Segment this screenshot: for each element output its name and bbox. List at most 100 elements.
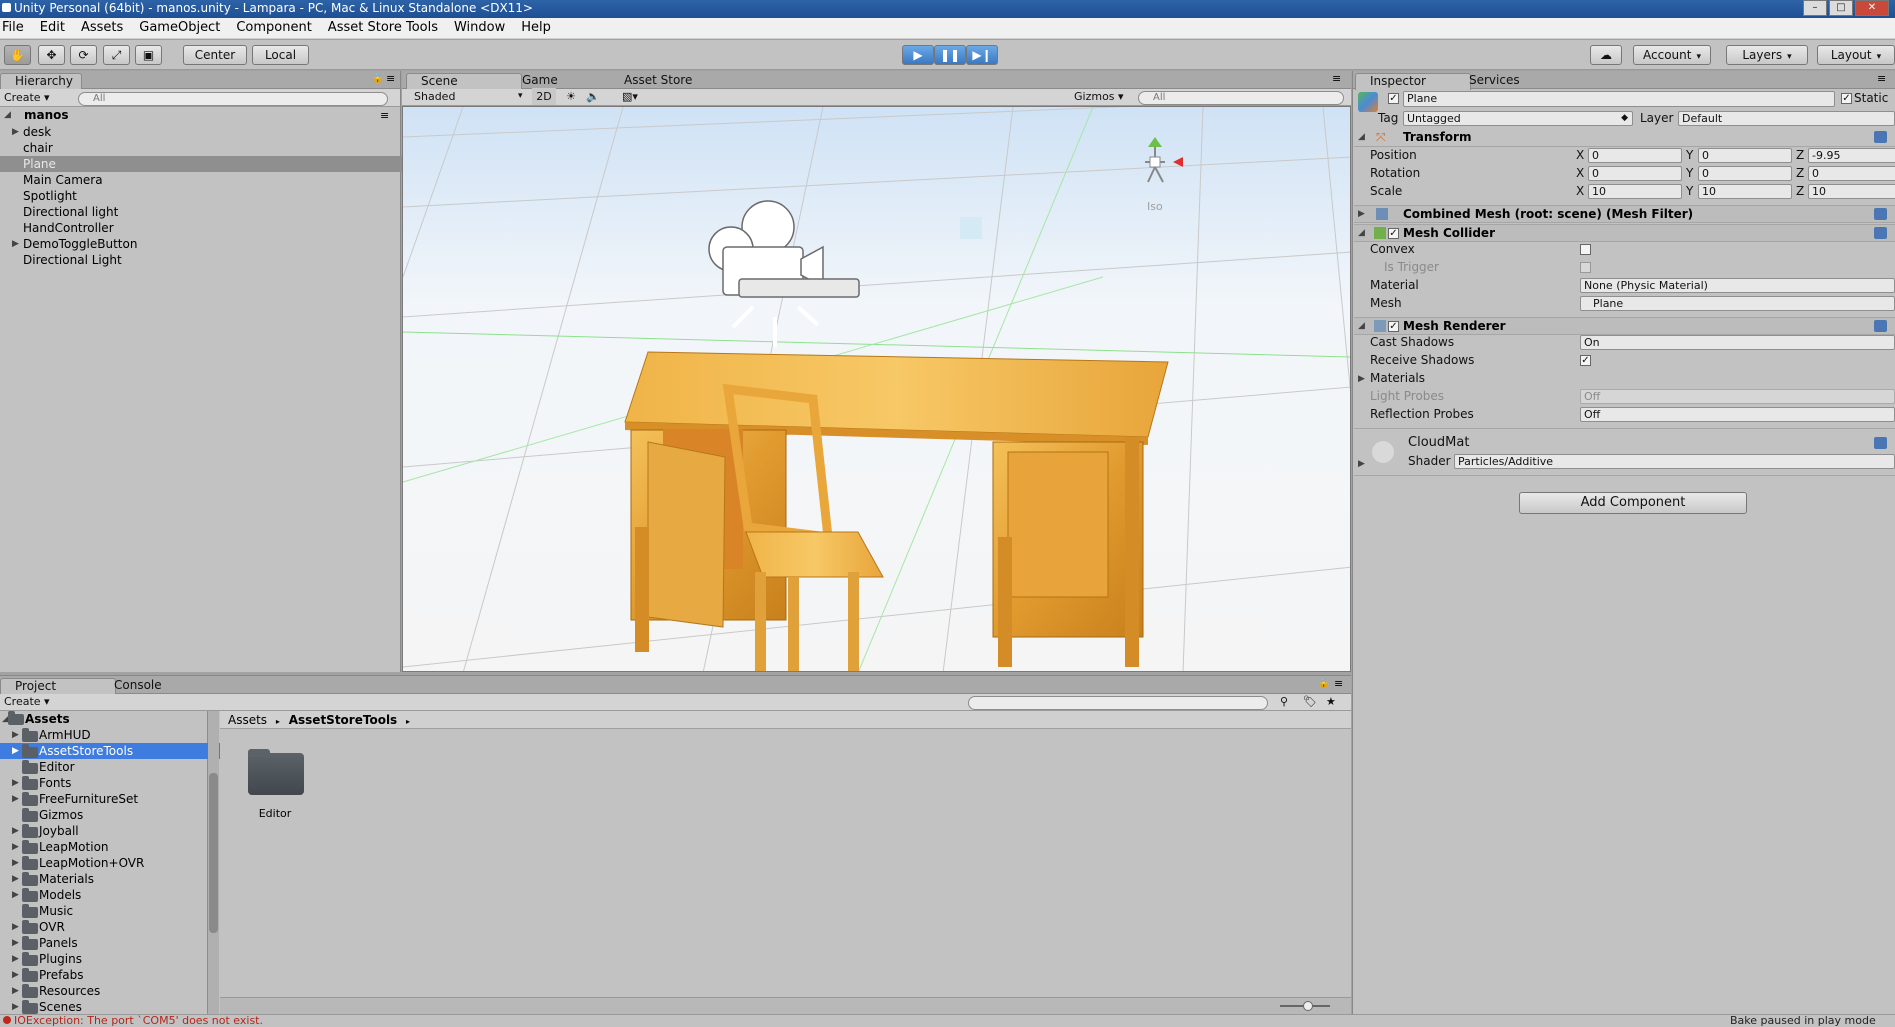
add-component-button[interactable]: Add Component (1519, 492, 1747, 514)
mesh-renderer-header[interactable]: ◢ ✓ Mesh Renderer (1354, 317, 1895, 335)
minimize-icon[interactable]: – (1803, 0, 1827, 16)
position-z-field[interactable]: -9.95 (1808, 148, 1895, 163)
gizmos-dropdown[interactable]: Gizmos ▾ (1074, 88, 1124, 105)
menu-asset-store-tools[interactable]: Asset Store Tools (320, 18, 446, 38)
content-folder-editor[interactable]: Editor (240, 745, 310, 835)
expand-arrow-icon[interactable]: ▶ (12, 887, 19, 903)
panel-menu-icon[interactable]: ≡ (1334, 677, 1343, 690)
layers-dropdown[interactable]: Layers ▾ (1726, 45, 1808, 65)
lighting-toggle-icon[interactable]: ☀ (566, 88, 576, 105)
shading-mode-dropdown[interactable]: Shaded (414, 88, 455, 105)
slider-handle[interactable] (1303, 1001, 1313, 1011)
mesh-collider-enabled-checkbox[interactable]: ✓ (1388, 228, 1399, 239)
expand-arrow-icon[interactable]: ▶ (12, 743, 19, 759)
hand-tool-icon[interactable]: ✋ (4, 45, 31, 65)
hierarchy-create-button[interactable]: Create ▾ (4, 89, 50, 106)
hierarchy-item[interactable]: Main Camera (0, 172, 423, 188)
rotation-x-field[interactable]: 0 (1588, 166, 1682, 181)
menu-gameobject[interactable]: GameObject (131, 18, 228, 38)
project-create-button[interactable]: Create ▾ (4, 693, 50, 710)
filter-type-icon[interactable]: ⚲ (1280, 693, 1288, 710)
menu-component[interactable]: Component (228, 18, 319, 38)
rotate-tool-icon[interactable]: ⟳ (70, 45, 97, 65)
active-checkbox[interactable]: ✓ (1388, 93, 1399, 104)
expand-arrow-icon[interactable]: ▶ (12, 775, 19, 791)
panel-menu-icon[interactable]: ≡ (386, 72, 395, 85)
expand-arrow-icon[interactable]: ▶ (12, 999, 19, 1015)
rect-tool-icon[interactable]: ▣ (135, 45, 162, 65)
mode-2d-toggle[interactable]: 2D (532, 88, 556, 105)
assets-root-row[interactable]: ◢ Assets (0, 711, 207, 727)
position-y-field[interactable]: 0 (1698, 148, 1792, 163)
mesh-collider-header[interactable]: ◢ ✓ Mesh Collider (1354, 224, 1895, 242)
panel-menu-icon[interactable]: ≡ (1877, 72, 1886, 85)
scale-y-field[interactable]: 10 (1698, 184, 1792, 199)
scale-tool-icon[interactable]: ⤢ (103, 45, 130, 65)
hierarchy-item[interactable]: Spotlight (0, 188, 423, 204)
scene-viewport[interactable]: Iso (402, 106, 1351, 672)
cast-shadows-dropdown[interactable]: On (1580, 335, 1895, 350)
cloud-icon[interactable]: ☁ (1590, 45, 1622, 65)
receive-shadows-checkbox[interactable]: ✓ (1580, 355, 1591, 366)
transform-header[interactable]: ◢ ⤧ Transform (1354, 129, 1895, 147)
tab-services[interactable]: Services (1455, 73, 1528, 89)
lock-icon[interactable]: 🔒 (1318, 679, 1329, 689)
menu-edit[interactable]: Edit (32, 18, 73, 38)
hierarchy-item[interactable]: Plane (0, 156, 423, 172)
breadcrumb-assets[interactable]: Assets (228, 713, 267, 727)
mesh-filter-header[interactable]: ▶ Combined Mesh (root: scene) (Mesh Filt… (1354, 205, 1895, 223)
static-checkbox[interactable]: ✓ (1841, 93, 1852, 104)
shading-dropdown-caret[interactable]: ▾ (518, 88, 523, 105)
help-icon[interactable] (1874, 437, 1887, 449)
favorites-icon[interactable]: ★ (1326, 693, 1336, 710)
expand-arrow-icon[interactable]: ▶ (12, 951, 19, 967)
menu-window[interactable]: Window (446, 18, 513, 38)
project-search-input[interactable] (968, 696, 1268, 710)
object-name-field[interactable]: Plane (1403, 91, 1835, 107)
breadcrumb-assetstoretools[interactable]: AssetStoreTools (289, 713, 397, 727)
expand-arrow-icon[interactable]: ▶ (12, 919, 19, 935)
lock-icon[interactable]: 🔒 (372, 74, 383, 84)
menu-assets[interactable]: Assets (73, 18, 131, 38)
hierarchy-item[interactable]: chair (0, 140, 423, 156)
expand-arrow-icon[interactable]: ▶ (12, 727, 19, 743)
hierarchy-item[interactable]: HandController (0, 220, 423, 236)
filter-label-icon[interactable]: 🏷 (1303, 693, 1317, 710)
pivot-local-button[interactable]: Local (252, 45, 309, 65)
panel-menu-icon[interactable]: ≡ (1332, 72, 1341, 85)
audio-toggle-icon[interactable]: 🔈 (586, 88, 600, 105)
pause-button[interactable]: ❚❚ (934, 45, 966, 65)
expand-arrow-icon[interactable]: ▶ (12, 871, 19, 887)
tab-game[interactable]: Game (508, 73, 566, 89)
material-expand-icon[interactable]: ▶ (1358, 459, 1365, 469)
hierarchy-item[interactable]: ▶ desk (0, 124, 423, 140)
tab-console[interactable]: Console (100, 678, 170, 694)
help-icon[interactable] (1874, 227, 1887, 239)
expand-arrow-icon[interactable]: ▶ (12, 967, 19, 983)
account-dropdown[interactable]: Account ▾ (1633, 45, 1711, 65)
menu-file[interactable]: File (0, 18, 32, 38)
help-icon[interactable] (1874, 131, 1887, 143)
help-icon[interactable] (1874, 320, 1887, 332)
mesh-field[interactable]: Plane (1580, 296, 1895, 311)
expand-arrow-icon[interactable]: ▶ (12, 855, 19, 871)
close-icon[interactable]: ✕ (1855, 0, 1889, 16)
expand-arrow-icon[interactable]: ▶ (12, 983, 19, 999)
hierarchy-search-input[interactable]: All (78, 92, 388, 106)
rotation-z-field[interactable]: 0 (1808, 166, 1895, 181)
move-tool-icon[interactable]: ✥ (38, 45, 65, 65)
scale-z-field[interactable]: 10 (1808, 184, 1895, 199)
tag-dropdown[interactable]: Untagged ◆ (1403, 111, 1633, 126)
physic-material-field[interactable]: None (Physic Material) (1580, 278, 1895, 293)
expand-arrow-icon[interactable]: ▶ (12, 839, 19, 855)
tree-scrollbar[interactable] (208, 711, 219, 1015)
mesh-renderer-enabled-checkbox[interactable]: ✓ (1388, 321, 1399, 332)
scale-x-field[interactable]: 10 (1588, 184, 1682, 199)
expand-arrow-icon[interactable]: ▶ (12, 935, 19, 951)
tab-asset-store[interactable]: Asset Store (610, 73, 700, 89)
scene-search-input[interactable]: All (1138, 91, 1344, 105)
expand-arrow-icon[interactable]: ▶ (12, 236, 19, 252)
pivot-center-button[interactable]: Center (183, 45, 247, 65)
hierarchy-item[interactable]: ▶ DemoToggleButton (0, 236, 423, 252)
effects-dropdown-icon[interactable]: ▧▾ (622, 88, 638, 105)
